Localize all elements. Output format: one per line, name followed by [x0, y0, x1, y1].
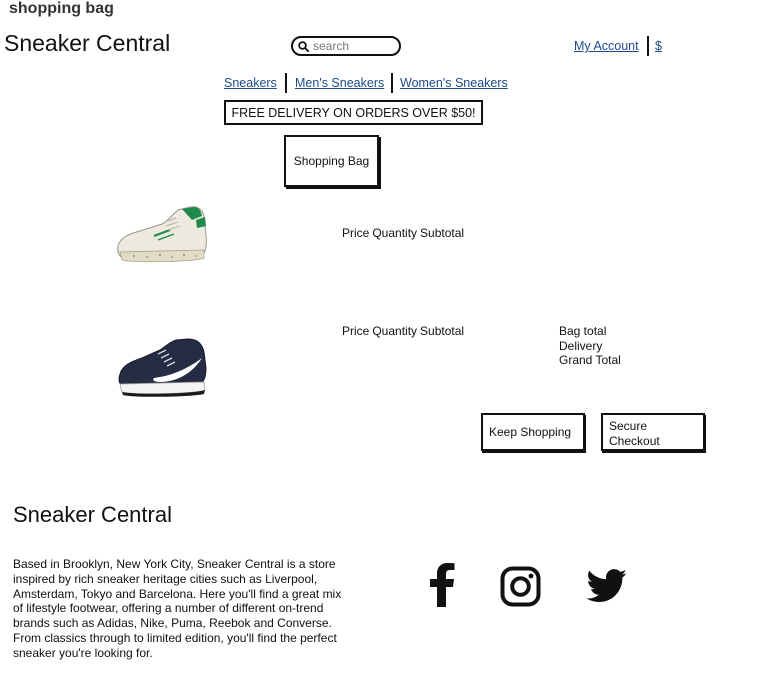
footer-brand: Sneaker Central [13, 502, 172, 527]
navy-swoosh-sneaker-image[interactable] [114, 334, 210, 404]
twitter-icon[interactable] [586, 569, 628, 603]
bag-column-headers: Price Quantity Subtotal [342, 324, 467, 338]
nav-womens-sneakers[interactable]: Women's Sneakers [400, 76, 508, 90]
nav-divider [391, 73, 393, 93]
white-green-sneaker-image[interactable] [114, 200, 210, 270]
search-icon [298, 40, 309, 52]
price-label: Price [342, 324, 370, 338]
search-input[interactable] [309, 39, 393, 53]
subtotal-label: Subtotal [420, 226, 465, 240]
nav-divider [285, 73, 287, 93]
delivery-label: Delivery [559, 338, 603, 353]
search-box[interactable] [291, 36, 401, 56]
quantity-label: Quantity [372, 226, 418, 240]
header-divider [647, 36, 649, 56]
footer-about-text: Based in Brooklyn, New York City, Sneake… [13, 557, 342, 660]
subtotal-label: Subtotal [420, 324, 465, 338]
my-account-link[interactable]: My Account [574, 39, 639, 53]
secure-checkout-button[interactable]: Secure Checkout [601, 413, 705, 451]
nav-mens-sneakers[interactable]: Men's Sneakers [295, 76, 384, 90]
bag-total-label: Bag total [559, 324, 607, 338]
bag-column-headers: Price Quantity Subtotal [342, 226, 467, 240]
page-label: shopping bag [9, 0, 114, 17]
instagram-icon[interactable] [500, 566, 541, 607]
grand-total-label: Grand Total [559, 353, 621, 367]
quantity-label: Quantity [372, 324, 418, 338]
order-totals: Bag total Delivery Grand Total [559, 324, 621, 368]
price-label: Price [342, 226, 370, 240]
shopping-bag-heading: Shopping Bag [284, 135, 379, 187]
currency-link[interactable]: $ [655, 39, 662, 53]
brand-logo[interactable]: Sneaker Central [4, 30, 170, 57]
keep-shopping-button[interactable]: Keep Shopping [481, 413, 585, 451]
nav-sneakers[interactable]: Sneakers [224, 76, 277, 90]
facebook-icon[interactable] [428, 563, 456, 607]
free-delivery-banner: FREE DELIVERY ON ORDERS OVER $50! [224, 100, 483, 125]
